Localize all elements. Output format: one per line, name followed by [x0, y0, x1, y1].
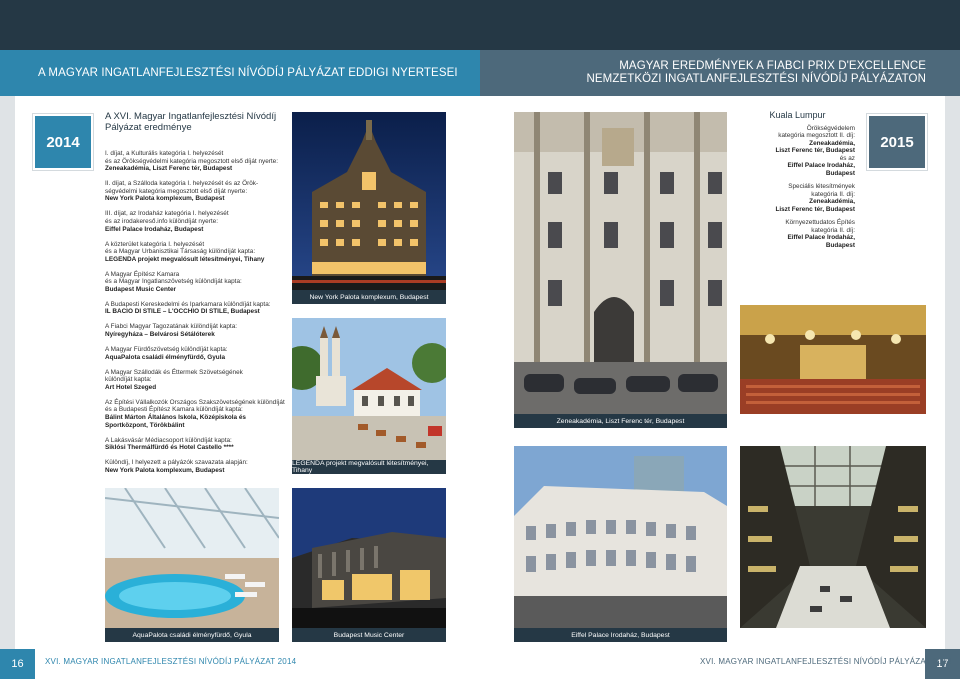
fiabci-category: Speciális létesítmények	[788, 183, 855, 190]
caption-eiffel: Eiffel Palace Irodaház, Budapest	[514, 628, 727, 642]
caption-legenda: LEGENDA projekt megvalósult létesítménye…	[292, 460, 446, 474]
award-winner: Bálint Márton Általános Iskola, Középisk…	[105, 413, 246, 421]
fiabci-winner: Liszt Ferenc tér, Budapest	[775, 205, 855, 213]
footer-text-left: XVI. MAGYAR INGATLANFEJLESZTÉSI NÍVÓDÍJ …	[45, 657, 297, 666]
award-description: és a Budapesti Építész Kamara különdíját…	[105, 406, 243, 414]
left-section-header: A MAGYAR INGATLANFEJLESZTÉSI NÍVÓDÍJ PÁL…	[0, 50, 480, 96]
footer-text-right: XVI. MAGYAR INGATLANFEJLESZTÉSI NÍVÓDÍJ …	[700, 657, 952, 666]
award-entry: A Fiabci Magyar Tagozatának különdíját k…	[105, 323, 287, 338]
award-entry: III. díjat, az Irodaház kategória I. hel…	[105, 210, 287, 233]
fiabci-winner: Eiffel Palace Irodaház,	[787, 234, 855, 241]
year-badge-2014: 2014	[32, 113, 94, 171]
award-winner: Budapest Music Center	[105, 285, 177, 293]
top-dark-bar	[0, 0, 960, 50]
award-entry: A Lakásvásár Médiacsoport különdíját kap…	[105, 437, 287, 452]
fiabci-winner: Budapest	[825, 241, 855, 249]
right-margin-strip	[945, 96, 960, 649]
fiabci-text-column: Kuala Lumpur Örökségvédelem kategória meg…	[740, 110, 855, 255]
award-description: Különdíj, I helyezett a pályázók szavaza…	[105, 459, 248, 467]
award-description: A közterület kategória I. helyezését	[105, 240, 205, 248]
right-section-header: MAGYAR EREDMÉNYEK A FIABCI PRIX D'EXCELL…	[480, 50, 960, 96]
award-entry: Különdíj, I helyezett a pályázók szavaza…	[105, 459, 287, 474]
fiabci-winner: Zeneakadémia,	[809, 198, 855, 205]
award-winner: Sportközpont, Törökbálint	[105, 421, 185, 429]
award-description: II. díjat, a Szálloda kategória I. helye…	[105, 180, 259, 188]
award-winner: IL BACIO DI STILE – L'OCCHIO DI STILE, B…	[105, 308, 260, 316]
caption-bmc: Budapest Music Center	[292, 628, 446, 642]
fiabci-category: kategória II. díj:	[811, 226, 855, 234]
award-entry: A Budapesti Kereskedelmi és Iparkamara k…	[105, 301, 287, 316]
award-winner: AquaPalota családi élményfürdő, Gyula	[105, 353, 226, 361]
award-description: A Magyar Építész Kamara	[105, 270, 180, 278]
photo-zeneakademia-hall	[740, 305, 926, 414]
award-entry: II. díjat, a Szálloda kategória I. helye…	[105, 180, 287, 203]
award-description: III. díjat, az Irodaház kategória I. hel…	[105, 210, 229, 218]
award-winner: Nyíregyháza – Belvárosi Sétálóterek	[105, 331, 215, 339]
caption-new-york: New York Palota komplexum, Budapest	[292, 290, 446, 304]
award-description: A Budapesti Kereskedelmi és Iparkamara k…	[105, 300, 271, 308]
fiabci-category: Örökségvédelem	[806, 124, 855, 132]
award-winner: New York Palota komplexum, Budapest	[105, 466, 225, 474]
award-description: A Magyar Szállodák és Éttermek Szövetség…	[105, 368, 243, 376]
photo-new-york-palace	[292, 112, 446, 290]
right-header-line2: NEMZETKÖZI INGATLANFEJLESZTÉSI NÍVÓDÍJ P…	[586, 73, 926, 85]
award-description: A Fiabci Magyar Tagozatának különdíját k…	[105, 323, 238, 331]
fiabci-winner: Zeneakadémia,	[809, 139, 855, 147]
photo-zeneakademia-facade	[514, 112, 727, 414]
photo-tihany	[292, 318, 446, 460]
award-entry: A Magyar Építész Kamara és a Magyar Ingat…	[105, 271, 287, 294]
award-winner: Art Hotel Szeged	[105, 383, 157, 391]
fiabci-winner: Budapest	[825, 169, 855, 177]
award-description: I. díjat, a Kulturális kategória I. hely…	[105, 150, 224, 157]
photo-eiffel-palace-atrium	[740, 446, 926, 628]
award-winner: LEGENDA projekt megvalósult létesítménye…	[105, 255, 265, 263]
photo-aquapalota	[105, 488, 279, 628]
award-description: különdíját kapta:	[105, 376, 152, 384]
award-description: ségvédelmi kategória megosztott első díj…	[105, 187, 248, 195]
fiabci-connector: és az	[839, 154, 855, 162]
city-heading: Kuala Lumpur	[769, 110, 826, 120]
photo-budapest-music-center	[292, 488, 446, 628]
award-entry: Az Építési Vállalkozók Országos Szakszöv…	[105, 399, 287, 429]
award-winner: New York Palota komplexum, Budapest	[105, 195, 225, 203]
fiabci-category: kategória II. díj:	[811, 190, 855, 198]
left-header-title: A MAGYAR INGATLANFEJLESZTÉSI NÍVÓDÍJ PÁL…	[38, 67, 458, 79]
fiabci-category: Környezettudatos Építés	[785, 219, 855, 226]
award-description: és az Örökségvédelmi kategória megosztot…	[105, 157, 278, 165]
caption-zeneakademia: Zeneakadémia, Liszt Ferenc tér, Budapest	[514, 414, 727, 428]
award-description: A Magyar Fürdőszövetség különdíját kapta…	[105, 346, 228, 354]
award-entry: I. díjat, a Kulturális kategória I. hely…	[105, 150, 287, 173]
fiabci-award-entry: Speciális létesítmények kategória II. díj…	[740, 183, 855, 213]
fiabci-category: kategória megosztott II. díj:	[778, 132, 855, 139]
photo-eiffel-palace-exterior	[514, 446, 727, 628]
page-number-left: 16	[0, 649, 35, 679]
award-entry: A közterület kategória I. helyezését és a…	[105, 241, 287, 264]
award-entry: A Magyar Fürdőszövetség különdíját kapta…	[105, 346, 287, 361]
caption-aquapalota: AquaPalota családi élményfürdő, Gyula	[105, 628, 279, 642]
award-description: és az irodakereső.info különdíját nyerte…	[105, 217, 218, 225]
fiabci-award-entry: Környezettudatos Építés kategória II. díj…	[740, 219, 855, 249]
fiabci-winner: Eiffel Palace Irodaház,	[787, 162, 855, 169]
left-margin-strip	[0, 96, 15, 649]
results-heading: A XVI. Magyar Ingatlanfejlesztési Nívódí…	[105, 111, 277, 133]
award-description: A Lakásvásár Médiacsoport különdíját kap…	[105, 436, 232, 444]
fiabci-award-entry: Örökségvédelem kategória megosztott II. d…	[740, 125, 855, 178]
right-header-line1: MAGYAR EREDMÉNYEK A FIABCI PRIX D'EXCELL…	[619, 60, 926, 72]
award-winner: Eiffel Palace Irodaház, Budapest	[105, 225, 204, 233]
award-entry: A Magyar Szállodák és Éttermek Szövetség…	[105, 369, 287, 392]
award-description: és a Magyar Ingatlanszövetség különdíját…	[105, 278, 242, 286]
winners-text-column: A XVI. Magyar Ingatlanfejlesztési Nívódí…	[105, 111, 287, 482]
fiabci-winner: Liszt Ferenc tér, Budapest	[775, 147, 855, 154]
award-description: és a Magyar Urbanisztikai Társaság külön…	[105, 248, 256, 256]
year-badge-2015: 2015	[866, 113, 928, 171]
award-winner: Siklósi Thermálfürdő és Hotel Castello *…	[105, 444, 234, 452]
award-winner: Zeneakadémia, Liszt Ferenc tér, Budapest	[105, 165, 233, 173]
